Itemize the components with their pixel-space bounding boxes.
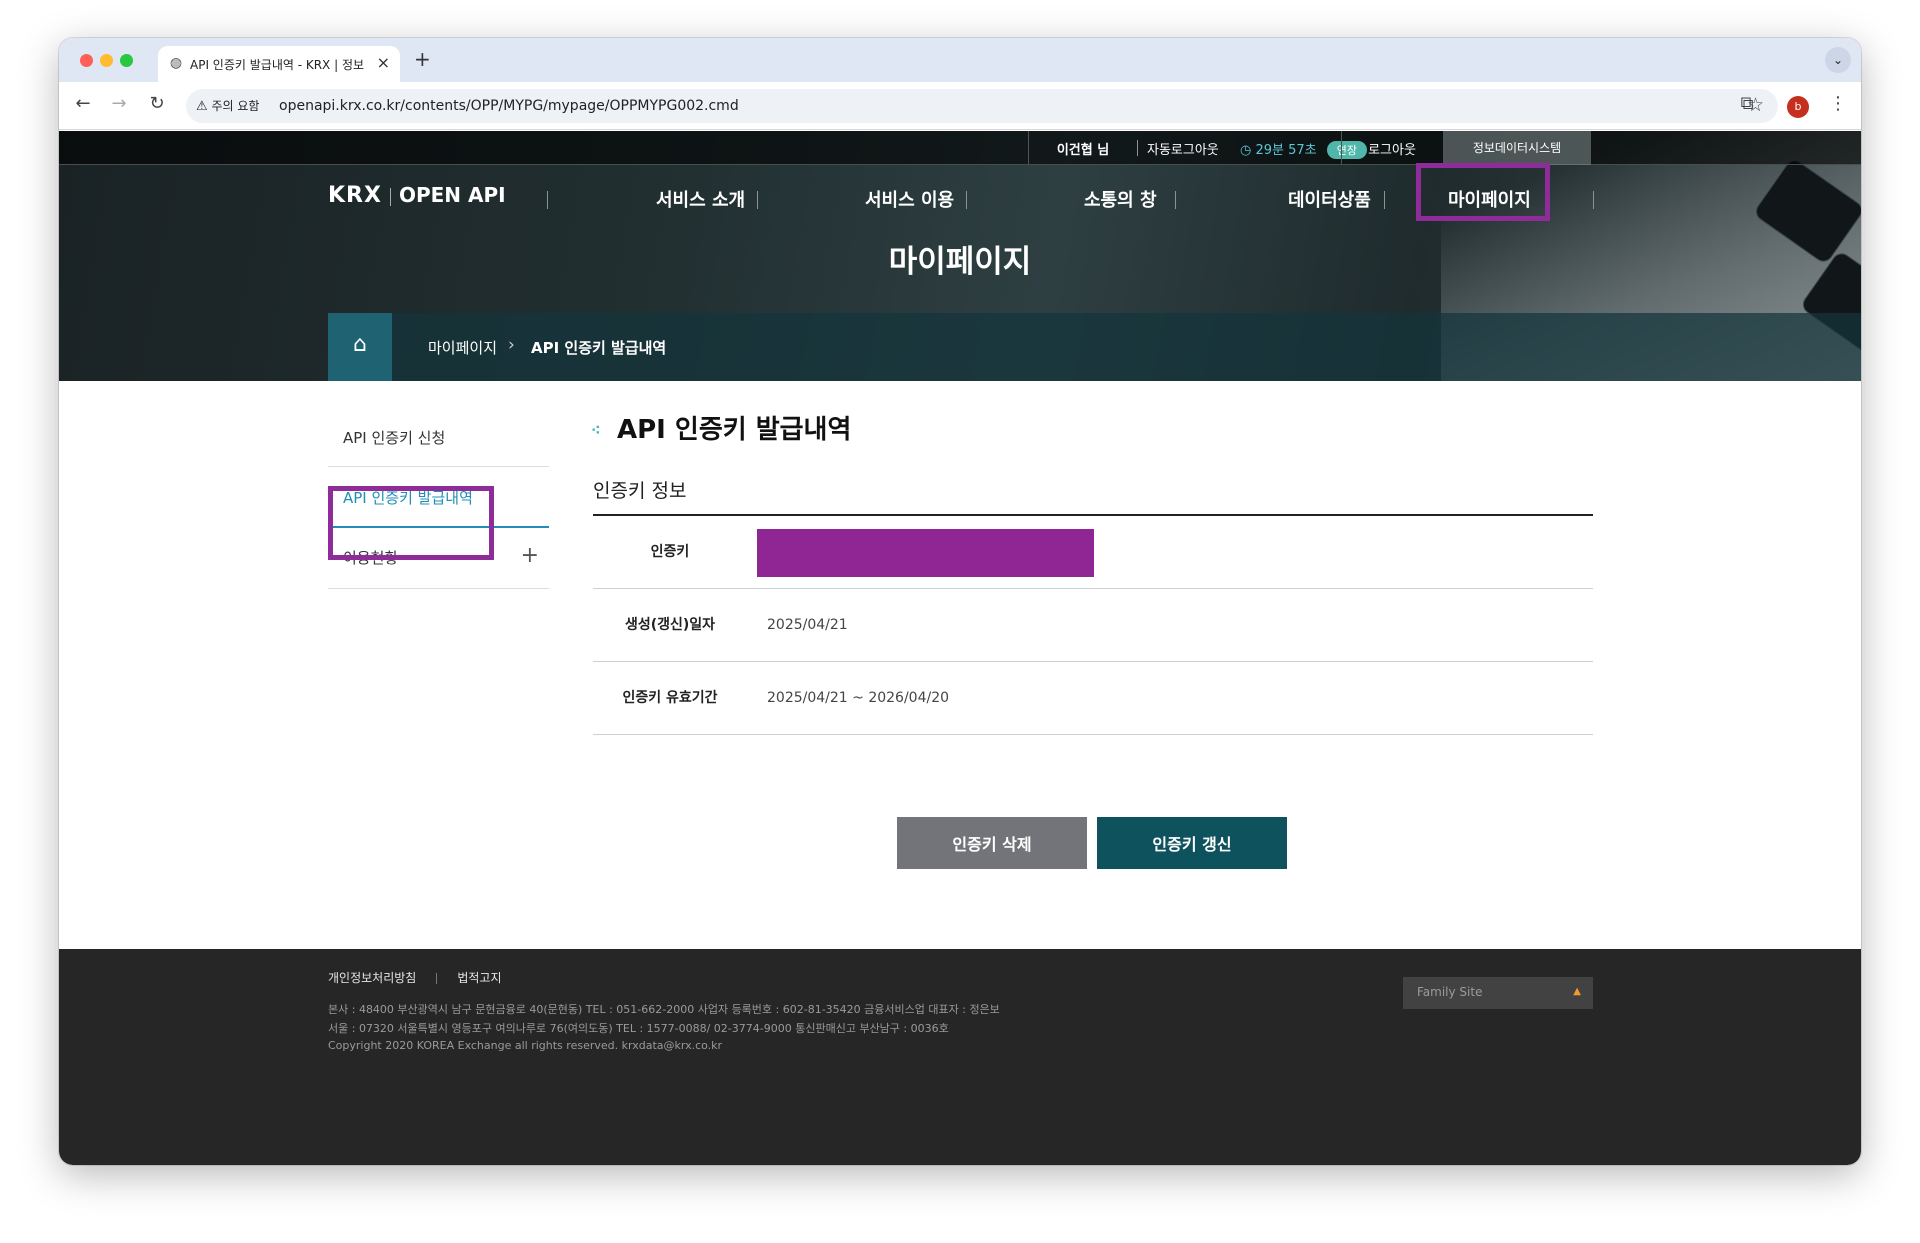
page-title: 마이페이지 — [888, 244, 1032, 280]
key-info-table: 인증키 생성(갱신)일자 2025/04/21 인증키 유효기간 2025/04… — [593, 514, 1593, 735]
globe-icon: ◍ — [169, 55, 183, 71]
security-warning[interactable]: ⚠ 주의 요함 — [196, 97, 259, 114]
footer-address-line: 서울 : 07320 서울특별시 영등포구 여의나루로 76(여의도동) TEL… — [328, 1022, 949, 1035]
forward-arrow-icon[interactable]: → — [107, 93, 131, 114]
logout-link[interactable]: 로그아웃 — [1342, 139, 1442, 158]
footer-links: 개인정보처리방침 법적고지 — [328, 969, 502, 986]
caret-up-icon: ▲ — [1573, 986, 1581, 997]
divider — [1593, 191, 1594, 209]
profile-avatar[interactable]: b — [1787, 96, 1809, 118]
krx-open-api-logo[interactable]: KRX OPEN API — [328, 183, 506, 208]
user-name: 이건협 님 — [1056, 143, 1110, 158]
divider — [1384, 191, 1385, 209]
auto-logout-label: 자동로그아웃 — [1147, 143, 1219, 158]
close-window-button[interactable] — [80, 54, 93, 67]
redacted-api-key — [757, 529, 1094, 577]
row-label: 인증키 유효기간 — [622, 690, 718, 706]
title-bullet-icon: ⁖ — [591, 422, 601, 439]
side-nav-label: API 인증키 신청 — [343, 429, 446, 447]
home-button[interactable]: ⌂ — [328, 313, 392, 381]
footer-copyright: Copyright 2020 KOREA Exchange all rights… — [328, 1039, 723, 1052]
security-warning-label: 주의 요함 — [211, 99, 260, 113]
gnb-item-service-use[interactable]: 서비스 이용 — [865, 186, 954, 212]
breadcrumb: ⌂ 마이페이지 › API 인증키 발급내역 — [328, 313, 1861, 381]
footer-address-line: 본사 : 48400 부산광역시 남구 문현금융로 40(문현동) TEL : … — [328, 1003, 1000, 1016]
data-system-link[interactable]: 정보데이터시스템 — [1443, 131, 1591, 165]
logo-brand: KRX — [328, 183, 382, 208]
gnb-item-data-products[interactable]: 데이터상품 — [1288, 186, 1371, 212]
chevron-right-icon: › — [508, 335, 515, 355]
hero-banner: 이건협 님 자동로그아웃 ◷ 29분 57초 연장 로그아웃 정보데이터시스템 … — [59, 131, 1861, 381]
side-nav-item-apply[interactable]: API 인증키 신청 — [328, 409, 549, 467]
content-title: ⁖ API 인증키 발급내역 — [591, 409, 851, 446]
breadcrumb-item-current: API 인증키 발급내역 — [531, 339, 667, 357]
row-label: 생성(갱신)일자 — [624, 617, 716, 633]
table-row: 인증키 — [593, 516, 1593, 589]
browser-window: ◍ API 인증키 발급내역 - KRX | 정보 × + ⌄ ← → ↻ ⚠ … — [59, 38, 1861, 1165]
table-row: 생성(갱신)일자 2025/04/21 — [593, 589, 1593, 662]
gnb-item-community[interactable]: 소통의 창 — [1084, 186, 1157, 212]
table-row: 인증키 유효기간 2025/04/21 ~ 2026/04/20 — [593, 662, 1593, 735]
family-site-select[interactable]: Family Site ▲ — [1403, 977, 1593, 1009]
renew-key-button[interactable]: 인증키 갱신 — [1097, 817, 1287, 869]
back-arrow-icon[interactable]: ← — [71, 93, 95, 114]
more-menu-icon[interactable]: ⋮ — [1826, 93, 1850, 114]
warning-triangle-icon: ⚠ — [196, 99, 208, 114]
timer-value: 29분 57초 — [1255, 143, 1317, 158]
divider — [547, 191, 548, 209]
browser-tab-active[interactable]: ◍ API 인증키 발급내역 - KRX | 정보 × — [158, 46, 400, 82]
reload-icon[interactable]: ↻ — [145, 93, 169, 114]
family-site-label: Family Site — [1417, 985, 1483, 999]
tab-search-chevron-icon[interactable]: ⌄ — [1825, 47, 1851, 73]
legal-notice-link[interactable]: 법적고지 — [457, 971, 501, 985]
minimize-window-button[interactable] — [100, 54, 113, 67]
new-tab-button[interactable]: + — [414, 47, 431, 71]
home-icon: ⌂ — [353, 332, 367, 357]
divider — [1137, 140, 1138, 156]
tab-strip: ◍ API 인증키 발급내역 - KRX | 정보 × + ⌄ — [59, 38, 1861, 82]
web-page: 이건협 님 자동로그아웃 ◷ 29분 57초 연장 로그아웃 정보데이터시스템 … — [59, 131, 1861, 1165]
divider — [757, 191, 758, 209]
divider — [966, 191, 967, 209]
highlight-box-mypage — [1416, 163, 1550, 221]
footer: 개인정보처리방침 법적고지 본사 : 48400 부산광역시 남구 문현금융로 4… — [59, 949, 1861, 1165]
logo-product: OPEN API — [398, 183, 506, 207]
utility-bar: 이건협 님 자동로그아웃 ◷ 29분 57초 연장 로그아웃 정보데이터시스템 — [59, 131, 1861, 165]
row-label: 인증키 — [650, 544, 690, 560]
privacy-policy-link[interactable]: 개인정보처리방침 — [328, 971, 416, 985]
url-text[interactable]: openapi.krx.co.kr/contents/OPP/MYPG/mypa… — [279, 98, 739, 114]
extensions-puzzle-icon[interactable]: ⧉ — [1735, 93, 1759, 114]
highlight-box-side-nav — [328, 486, 494, 560]
section-title: 인증키 정보 — [593, 480, 687, 502]
delete-key-button[interactable]: 인증키 삭제 — [897, 817, 1087, 869]
maximize-window-button[interactable] — [120, 54, 133, 67]
tab-title: API 인증키 발급내역 - KRX | 정보 — [190, 58, 365, 72]
breadcrumb-item-mypage[interactable]: 마이페이지 — [428, 337, 497, 358]
row-value: 2025/04/21 ~ 2026/04/20 — [767, 690, 950, 706]
tab-close-icon[interactable]: × — [377, 53, 390, 72]
browser-toolbar: ← → ↻ ⚠ 주의 요함 openapi.krx.co.kr/contents… — [59, 82, 1861, 130]
row-value: 2025/04/21 — [767, 617, 848, 633]
content-title-text: API 인증키 발급내역 — [617, 415, 852, 445]
plus-icon[interactable]: + — [521, 543, 539, 568]
divider — [1175, 191, 1176, 209]
address-bar[interactable]: ⚠ 주의 요함 openapi.krx.co.kr/contents/OPP/M… — [186, 89, 1778, 123]
clock-icon: ◷ — [1240, 143, 1252, 158]
gnb-item-service-intro[interactable]: 서비스 소개 — [656, 186, 745, 212]
